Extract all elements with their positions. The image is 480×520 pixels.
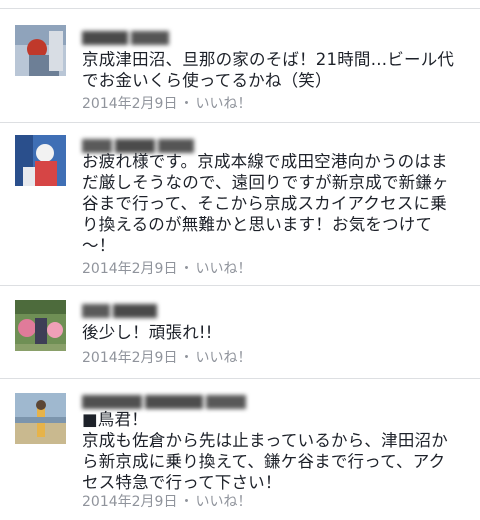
avatar[interactable] (15, 300, 66, 351)
like-button[interactable]: いいね！ (195, 350, 251, 366)
comment-text: 京成津田沼、旦那の家のそば！21時間…ビール代 でお金いくら使ってるかね（笑） (82, 50, 455, 90)
commenter-name-blurred[interactable] (82, 304, 160, 318)
comment-meta: 2014年2月9日・いいね！ (82, 95, 251, 113)
avatar[interactable] (15, 135, 66, 186)
comment-meta: 2014年2月9日・いいね！ (82, 493, 251, 511)
comment-text: 後少し！頑張れ!! (82, 323, 213, 342)
comment-item: お疲れ様です。京成本線で成田空港向かうのはま だ厳しそうなので、遠回りですが新京… (0, 123, 480, 286)
comment-meta: 2014年2月9日・いいね！ (82, 349, 251, 367)
comment-meta: 2014年2月9日・いいね！ (82, 260, 251, 278)
comment-date[interactable]: 2014年2月9日 (82, 96, 177, 112)
meta-separator: ・ (179, 494, 194, 510)
comment-date[interactable]: 2014年2月9日 (82, 350, 177, 366)
comment-date[interactable]: 2014年2月9日 (82, 261, 177, 277)
meta-separator: ・ (179, 350, 194, 366)
top-divider (0, 0, 480, 9)
avatar[interactable] (15, 25, 66, 76)
like-button[interactable]: いいね！ (195, 96, 251, 112)
comment-item: 後少し！頑張れ!! 2014年2月9日・いいね！ (0, 286, 480, 379)
comment-date[interactable]: 2014年2月9日 (82, 494, 177, 510)
commenter-name-blurred[interactable] (82, 395, 249, 409)
comment-text: ■鳥君！ 京成も佐倉から先は止まっているから、津田沼か ら新京成に乗り換えて、鎌… (82, 410, 448, 492)
comment-item: 京成津田沼、旦那の家のそば！21時間…ビール代 でお金いくら使ってるかね（笑） … (0, 9, 480, 123)
comment-item: ■鳥君！ 京成も佐倉から先は止まっているから、津田沼か ら新京成に乗り換えて、鎌… (0, 379, 480, 520)
meta-separator: ・ (179, 96, 194, 112)
avatar[interactable] (15, 393, 66, 444)
comment-text: お疲れ様です。京成本線で成田空港向かうのはま だ厳しそうなので、遠回りですが新京… (82, 152, 449, 255)
commenter-name-blurred[interactable] (82, 31, 172, 45)
meta-separator: ・ (179, 261, 194, 277)
like-button[interactable]: いいね！ (195, 261, 251, 277)
like-button[interactable]: いいね！ (195, 494, 251, 510)
